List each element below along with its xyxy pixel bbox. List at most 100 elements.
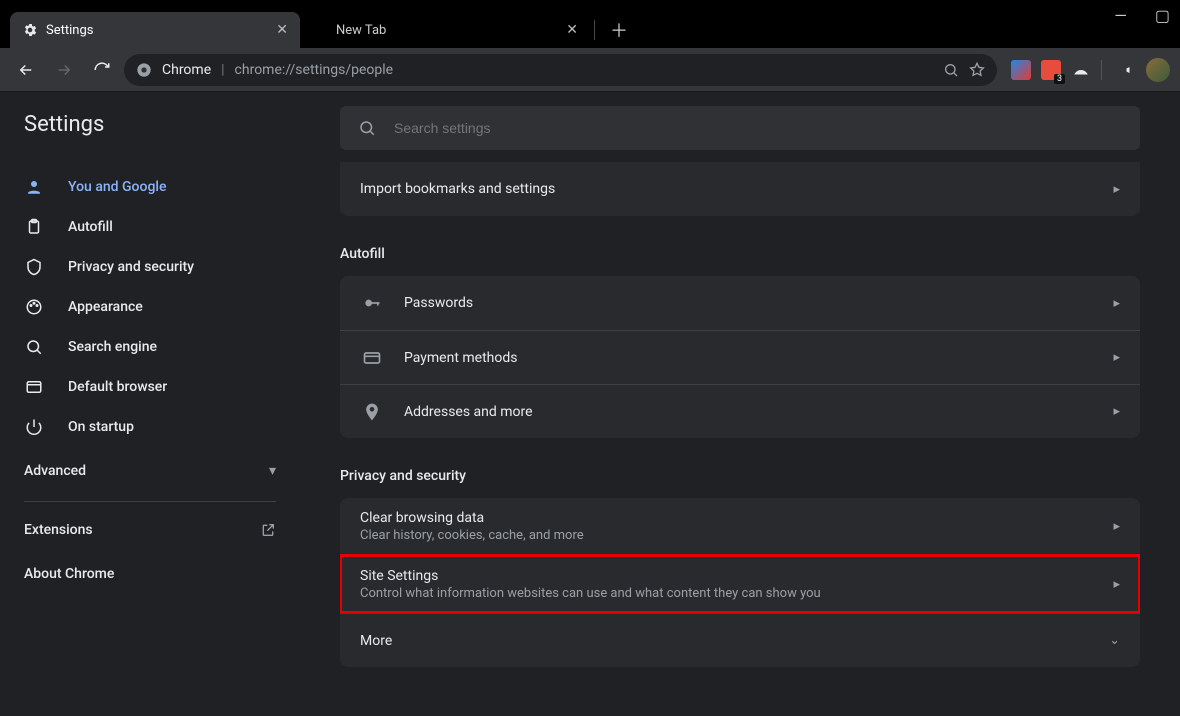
row-label: Site Settings bbox=[360, 568, 1113, 584]
chevron-right-icon: ▸ bbox=[1113, 296, 1120, 311]
sidebar-about-label: About Chrome bbox=[24, 566, 114, 582]
extension-icons: 3 bbox=[1003, 58, 1170, 82]
sidebar-item-label: You and Google bbox=[68, 179, 166, 195]
close-icon[interactable]: ✕ bbox=[276, 22, 288, 38]
settings-sidebar: Settings You and Google Autofill Privacy… bbox=[0, 92, 300, 716]
window-titlebar: Settings ✕ New Tab ✕ ＋ — ▢ bbox=[0, 0, 1180, 48]
section-title-autofill: Autofill bbox=[340, 246, 1140, 262]
row-addresses[interactable]: Addresses and more ▸ bbox=[340, 384, 1140, 438]
maximize-button[interactable]: ▢ bbox=[1155, 6, 1170, 25]
chevron-down-icon: ⌄ bbox=[1109, 633, 1120, 648]
tab-label: New Tab bbox=[336, 23, 386, 38]
sidebar-divider bbox=[24, 501, 276, 502]
person-icon bbox=[24, 177, 44, 197]
sidebar-extensions[interactable]: Extensions bbox=[0, 508, 300, 552]
settings-app: Settings You and Google Autofill Privacy… bbox=[0, 92, 1180, 716]
sidebar-item-privacy[interactable]: Privacy and security bbox=[0, 247, 300, 287]
pin-icon bbox=[360, 402, 384, 422]
star-icon[interactable] bbox=[969, 62, 985, 78]
palette-icon bbox=[24, 297, 44, 317]
extension-icon[interactable] bbox=[1011, 60, 1031, 80]
tab-separator bbox=[594, 20, 595, 40]
media-icon[interactable] bbox=[1112, 60, 1132, 80]
row-more[interactable]: More ⌄ bbox=[340, 613, 1140, 667]
extension-icon[interactable] bbox=[1071, 60, 1091, 80]
address-bar[interactable]: Chrome | chrome://settings/people bbox=[124, 54, 997, 86]
clipboard-icon bbox=[24, 217, 44, 237]
power-icon bbox=[24, 417, 44, 437]
sidebar-item-label: Search engine bbox=[68, 339, 157, 355]
row-sublabel: Control what information websites can us… bbox=[360, 586, 1113, 601]
row-import-bookmarks[interactable]: Import bookmarks and settings ▸ bbox=[340, 162, 1140, 216]
sidebar-advanced[interactable]: Advanced ▾ bbox=[0, 447, 300, 495]
omnibox-separator: | bbox=[221, 62, 224, 78]
extension-badge: 3 bbox=[1054, 74, 1065, 84]
card-privacy: Clear browsing data Clear history, cooki… bbox=[340, 498, 1140, 667]
page-icon bbox=[312, 22, 328, 38]
back-button[interactable] bbox=[10, 54, 42, 86]
minimize-button[interactable]: — bbox=[1114, 6, 1127, 25]
sidebar-item-label: On startup bbox=[68, 419, 134, 435]
chevron-right-icon: ▸ bbox=[1113, 350, 1120, 365]
key-icon bbox=[360, 293, 384, 313]
row-label: Clear browsing data bbox=[360, 510, 1113, 526]
toolbar-separator bbox=[1101, 60, 1102, 80]
section-title-privacy: Privacy and security bbox=[340, 468, 1140, 484]
forward-button[interactable] bbox=[48, 54, 80, 86]
chevron-right-icon: ▸ bbox=[1113, 519, 1120, 534]
omnibox-scheme: Chrome bbox=[162, 62, 211, 78]
sidebar-item-label: Privacy and security bbox=[68, 259, 194, 275]
chevron-right-icon: ▸ bbox=[1113, 404, 1120, 419]
search-icon bbox=[24, 337, 44, 357]
chevron-right-icon: ▸ bbox=[1113, 182, 1120, 197]
extension-icon[interactable]: 3 bbox=[1041, 60, 1061, 80]
row-label: Payment methods bbox=[404, 350, 1113, 366]
sidebar-advanced-label: Advanced bbox=[24, 463, 86, 479]
browser-icon bbox=[24, 377, 44, 397]
tab-label: Settings bbox=[46, 23, 93, 38]
tab-newtab[interactable]: New Tab ✕ bbox=[300, 12, 590, 48]
sidebar-item-on-startup[interactable]: On startup bbox=[0, 407, 300, 447]
browser-toolbar: Chrome | chrome://settings/people 3 bbox=[0, 48, 1180, 92]
tab-strip: Settings ✕ New Tab ✕ ＋ bbox=[0, 0, 1114, 48]
profile-avatar[interactable] bbox=[1146, 58, 1170, 82]
row-label: Import bookmarks and settings bbox=[360, 181, 1113, 197]
row-label: Passwords bbox=[404, 295, 1113, 311]
row-payment-methods[interactable]: Payment methods ▸ bbox=[340, 330, 1140, 384]
settings-main: Import bookmarks and settings ▸ Autofill… bbox=[300, 92, 1180, 716]
sidebar-item-appearance[interactable]: Appearance bbox=[0, 287, 300, 327]
row-site-settings[interactable]: Site Settings Control what information w… bbox=[340, 555, 1140, 613]
chrome-icon bbox=[136, 62, 152, 78]
sidebar-item-default-browser[interactable]: Default browser bbox=[0, 367, 300, 407]
reload-button[interactable] bbox=[86, 54, 118, 86]
search-icon[interactable] bbox=[943, 62, 959, 78]
external-link-icon bbox=[260, 522, 276, 538]
page-title: Settings bbox=[0, 92, 300, 161]
sidebar-item-label: Default browser bbox=[68, 379, 167, 395]
sidebar-extensions-label: Extensions bbox=[24, 522, 93, 538]
card-import: Import bookmarks and settings ▸ bbox=[340, 162, 1140, 216]
close-icon[interactable]: ✕ bbox=[566, 22, 578, 38]
shield-icon bbox=[24, 257, 44, 277]
card-autofill: Passwords ▸ Payment methods ▸ Addresses … bbox=[340, 276, 1140, 438]
row-label: More bbox=[360, 633, 1109, 649]
row-label: Addresses and more bbox=[404, 404, 1113, 420]
sidebar-about[interactable]: About Chrome bbox=[0, 552, 300, 596]
new-tab-button[interactable]: ＋ bbox=[605, 16, 633, 44]
window-controls: — ▢ bbox=[1114, 0, 1180, 48]
omnibox-url: chrome://settings/people bbox=[235, 62, 394, 78]
row-clear-browsing-data[interactable]: Clear browsing data Clear history, cooki… bbox=[340, 498, 1140, 555]
tab-settings[interactable]: Settings ✕ bbox=[10, 12, 300, 48]
chevron-down-icon: ▾ bbox=[269, 463, 276, 479]
sidebar-item-label: Appearance bbox=[68, 299, 143, 315]
card-icon bbox=[360, 348, 384, 368]
row-passwords[interactable]: Passwords ▸ bbox=[340, 276, 1140, 330]
chevron-right-icon: ▸ bbox=[1113, 577, 1120, 592]
sidebar-item-autofill[interactable]: Autofill bbox=[0, 207, 300, 247]
sidebar-item-search-engine[interactable]: Search engine bbox=[0, 327, 300, 367]
sidebar-nav: You and Google Autofill Privacy and secu… bbox=[0, 161, 300, 447]
sidebar-item-you-and-google[interactable]: You and Google bbox=[0, 167, 300, 207]
row-sublabel: Clear history, cookies, cache, and more bbox=[360, 528, 1113, 543]
search-settings[interactable] bbox=[340, 106, 1140, 150]
search-input[interactable] bbox=[394, 120, 1122, 136]
